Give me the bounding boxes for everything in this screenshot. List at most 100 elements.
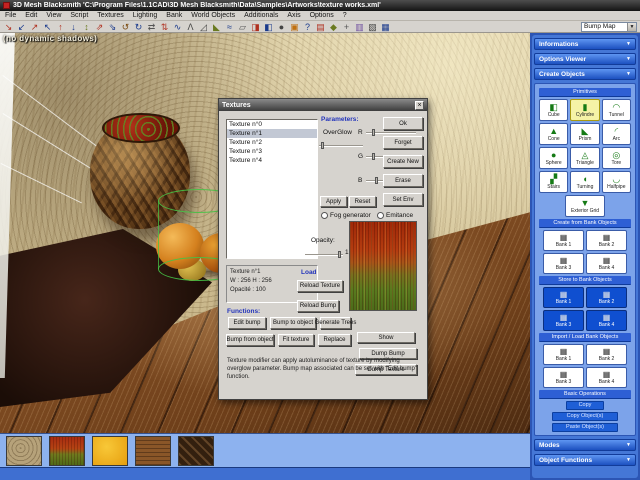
create-bank-1-button[interactable]: ▦Bank 1 [543, 230, 584, 251]
toolbar-icon[interactable]: Λ [185, 22, 196, 32]
panel-object-functions[interactable]: Object Functions ▼ [534, 454, 636, 466]
create-bank-2-button[interactable]: ▦Bank 2 [586, 230, 627, 251]
list-item-selected[interactable]: Texture n°1 [227, 129, 317, 138]
radio-dot[interactable] [377, 212, 384, 219]
reload-bump-button[interactable]: Reload Bump [297, 300, 339, 312]
toolbar-icon[interactable]: ⇗ [94, 22, 105, 32]
primitive-cylindre-button[interactable]: ▮Cylindre [570, 99, 599, 121]
toolbar-icon[interactable]: ▣ [289, 22, 300, 32]
toolbar-icon[interactable]: ▦ [380, 22, 391, 32]
toolbar-icon[interactable]: ◣ [211, 22, 222, 32]
opacity-slider[interactable] [305, 250, 343, 259]
menu-options[interactable]: Options [310, 12, 334, 19]
store-bank-3-button[interactable]: ▦Bank 3 [543, 310, 584, 331]
toolbar-icon[interactable]: ⇘ [107, 22, 118, 32]
toolbar-icon[interactable]: ↘ [3, 22, 14, 32]
store-bank-4-button[interactable]: ▦Bank 4 [586, 310, 627, 331]
edit-bump-button[interactable]: Edit bump [228, 317, 266, 329]
exterior-grid-button[interactable]: ▼Exterior Grid [565, 195, 605, 217]
toolbar-icon[interactable]: ◿ [198, 22, 209, 32]
paste-objects-button[interactable]: Paste Object(s) [552, 423, 618, 432]
primitive-triangle-button[interactable]: ◬Triangle [570, 147, 599, 169]
primitive-stairs-button[interactable]: ▞Stairs [539, 171, 568, 193]
texture-listbox[interactable]: Texture n°0 Texture n°1 Texture n°2 Text… [226, 119, 318, 259]
replace-button[interactable]: Replace [318, 334, 351, 346]
toolbar-icon[interactable]: ↓ [68, 22, 79, 32]
toolbar-icon[interactable]: ↑ [55, 22, 66, 32]
primitive-sphere-button[interactable]: ●Sphere [539, 147, 568, 169]
toolbar-icon[interactable]: ⇄ [146, 22, 157, 32]
menu-axis[interactable]: Axis [287, 12, 300, 19]
import-bank-3-button[interactable]: ▦Bank 3 [543, 367, 584, 388]
primitive-tore-button[interactable]: ◎Tore [602, 147, 631, 169]
toolbar-icon[interactable]: ↕ [81, 22, 92, 32]
overglow-slider[interactable] [319, 141, 363, 150]
dialog-title-bar[interactable]: Textures × [219, 99, 427, 111]
reset-button[interactable]: Reset [349, 196, 376, 207]
fog-generator-radio[interactable]: Fog generator [321, 212, 371, 219]
texture-thumbnail[interactable] [92, 436, 128, 466]
apply-button[interactable]: Apply [320, 196, 347, 207]
toolbar-icon[interactable]: + [341, 22, 352, 32]
primitive-cube-button[interactable]: ◧Cube [539, 99, 568, 121]
toolbar-icon[interactable]: ◨ [250, 22, 261, 32]
toolbar-icon[interactable]: ↖ [42, 22, 53, 32]
import-bank-4-button[interactable]: ▦Bank 4 [586, 367, 627, 388]
fit-texture-button[interactable]: Fit texture [278, 334, 314, 346]
list-item[interactable]: Texture n°4 [227, 156, 317, 165]
menu-additionals[interactable]: Additionals [244, 12, 278, 19]
menu-edit[interactable]: Edit [25, 12, 37, 19]
toolbar-icon[interactable]: ◧ [263, 22, 274, 32]
close-icon[interactable]: × [415, 101, 424, 110]
panel-create-objects[interactable]: Create Objects ▼ [534, 68, 636, 80]
bump-to-object-button[interactable]: Bump to object [270, 317, 316, 329]
texture-thumbnail[interactable] [6, 436, 42, 466]
texture-thumbnail[interactable] [135, 436, 171, 466]
list-item[interactable]: Texture n°3 [227, 147, 317, 156]
bump-from-object-button[interactable]: Bump from object [226, 334, 274, 346]
copy-objects-button[interactable]: Copy Object(s) [552, 412, 618, 421]
primitive-prism-button[interactable]: ◣Prism [570, 123, 599, 145]
panel-informations[interactable]: Informations ▼ [534, 38, 636, 50]
primitive-cone-button[interactable]: ▲Cone [539, 123, 568, 145]
toolbar-icon[interactable]: ▥ [354, 22, 365, 32]
menu-world-objects[interactable]: World Objects [191, 12, 235, 19]
texture-thumbnail[interactable] [49, 436, 85, 466]
primitive-halfpipe-button[interactable]: ◡Halfpipe [602, 171, 631, 193]
forget-button[interactable]: Forget [383, 136, 423, 149]
toolbar-icon[interactable]: ≈ [224, 22, 235, 32]
list-item[interactable]: Texture n°2 [227, 138, 317, 147]
create-bank-4-button[interactable]: ▦Bank 4 [586, 253, 627, 274]
toolbar-icon[interactable]: ↻ [133, 22, 144, 32]
texture-thumbnail[interactable] [178, 436, 214, 466]
primitive-tunnel-button[interactable]: ◠Tunnel [602, 99, 631, 121]
menu-textures[interactable]: Textures [97, 12, 123, 19]
copy-button[interactable]: Copy [566, 401, 604, 410]
menu-lighting[interactable]: Lighting [133, 12, 158, 19]
store-bank-2-button[interactable]: ▦Bank 2 [586, 287, 627, 308]
texture-preview[interactable] [349, 221, 417, 311]
toolbar-icon[interactable]: ↺ [120, 22, 131, 32]
show-button[interactable]: Show [357, 332, 415, 343]
ok-button[interactable]: Ok [383, 117, 423, 130]
toolbar-icon[interactable]: ∿ [172, 22, 183, 32]
reload-texture-button[interactable]: Reload Texture [297, 280, 343, 292]
create-new-button[interactable]: Create New [383, 155, 423, 168]
import-bank-2-button[interactable]: ▦Bank 2 [586, 344, 627, 365]
radio-dot[interactable] [321, 212, 328, 219]
toolbar-icon[interactable]: ? [302, 22, 313, 32]
bump-map-combobox[interactable]: Bump Map ▼ [581, 22, 637, 32]
create-bank-3-button[interactable]: ▦Bank 3 [543, 253, 584, 274]
generate-trees-button[interactable]: Generate Trees [320, 317, 351, 329]
menu-view[interactable]: View [46, 12, 61, 19]
list-item[interactable]: Texture n°0 [227, 120, 317, 129]
import-bank-1-button[interactable]: ▦Bank 1 [543, 344, 584, 365]
toolbar-icon[interactable]: ● [276, 22, 287, 32]
combo-dropdown-icon[interactable]: ▼ [627, 23, 636, 31]
erase-button[interactable]: Erase [383, 174, 423, 187]
menu-help[interactable]: ? [343, 12, 347, 19]
primitive-arc-button[interactable]: ◜Arc [602, 123, 631, 145]
menu-file[interactable]: File [5, 12, 16, 19]
store-bank-1-button[interactable]: ▦Bank 1 [543, 287, 584, 308]
toolbar-icon[interactable]: ▤ [315, 22, 326, 32]
